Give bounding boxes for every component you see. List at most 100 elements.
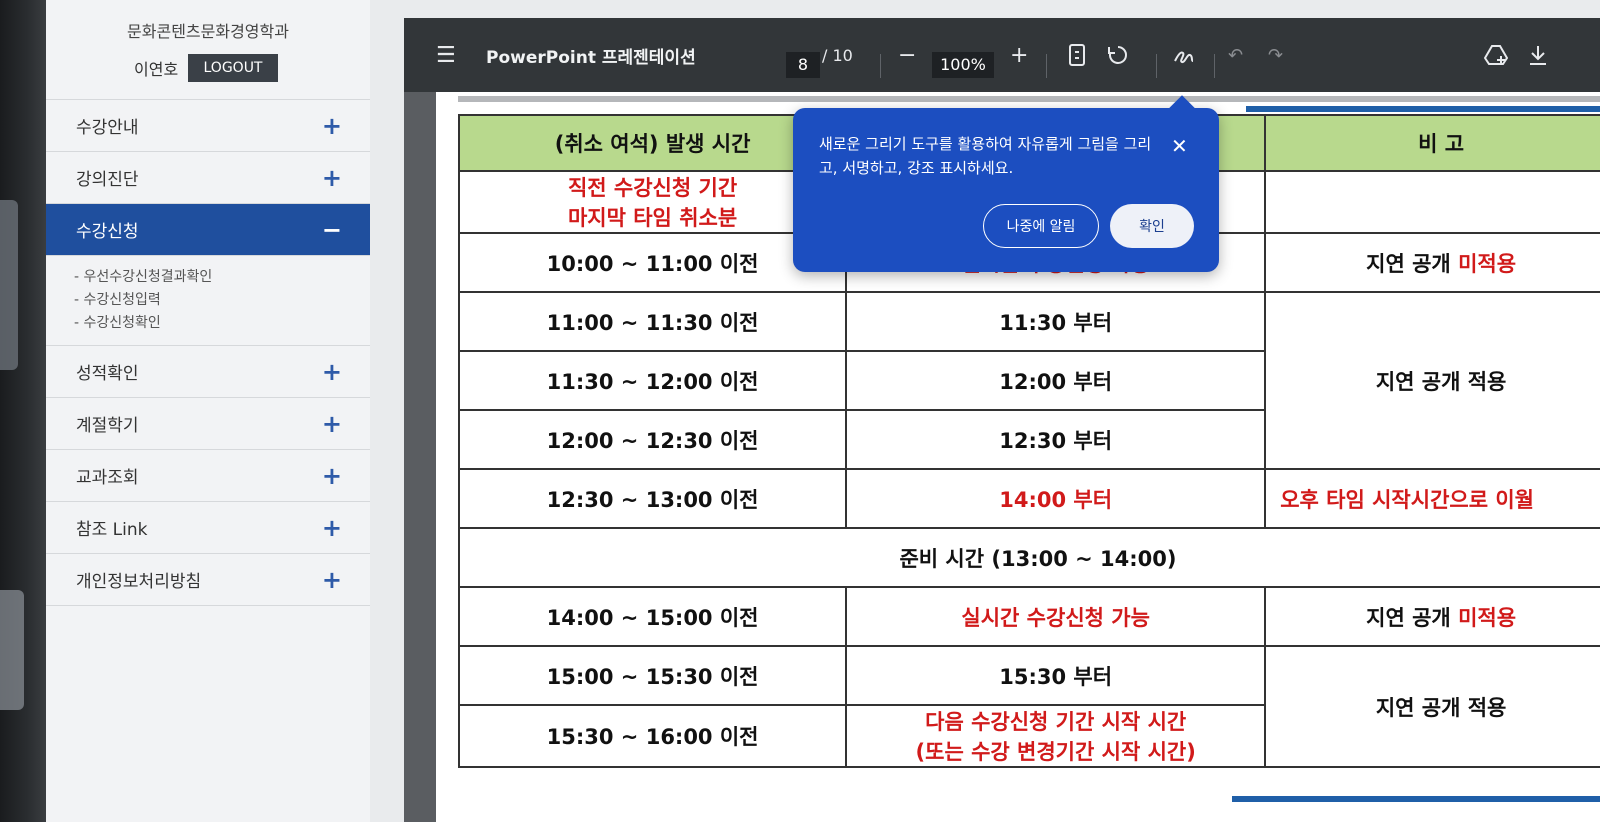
table-cell: [1264, 170, 1600, 234]
sidebar-header: 문화콘텐츠문화경영학과 이연호 LOGOUT: [46, 0, 370, 100]
confirm-button[interactable]: 확인: [1110, 204, 1194, 248]
undo-icon[interactable]: ↶: [1228, 18, 1243, 92]
table-cell: 오후 타임 시작시간으로 이월: [1264, 468, 1600, 529]
bezel-glare: [0, 200, 18, 370]
sidebar-item-reference-link[interactable]: 참조 Link +: [46, 502, 370, 554]
expand-icon[interactable]: +: [322, 568, 342, 592]
redo-icon[interactable]: ↷: [1268, 18, 1283, 92]
table-row: 12:30 ~ 13:00 이전 14:00 부터 오후 타임 시작시간으로 이…: [457, 468, 1600, 529]
note-highlight: 미적용: [1458, 251, 1517, 276]
table-cell: 15:30 부터: [845, 645, 1267, 706]
table-cell: 12:30 ~ 13:00 이전: [457, 468, 848, 529]
table-cell: 15:30 ~ 16:00 이전: [457, 704, 848, 768]
sidebar-item-label: 강의진단: [76, 170, 139, 190]
sidebar-item-label: 수강안내: [76, 118, 139, 138]
sidebar-item-label: 계절학기: [76, 416, 139, 436]
zoom-in-icon[interactable]: +: [1010, 18, 1028, 92]
toolbar-divider: [1214, 54, 1215, 78]
table-cell: 15:00 ~ 15:30 이전: [457, 645, 848, 706]
sidebar-item-privacy-policy[interactable]: 개인정보처리방침 +: [46, 554, 370, 606]
table-row: 11:00 ~ 11:30 이전 11:30 부터 지연 공개 적용: [457, 291, 1600, 470]
cell-line: 직전 수강신청 기간: [567, 176, 738, 200]
table-cell: 직전 수강신청 기간 마지막 타임 취소분: [457, 170, 848, 234]
cell-line: 마지막 타임 취소분: [567, 206, 738, 230]
table-cell: 11:00 ~ 11:30 이전: [457, 291, 848, 352]
collapse-icon[interactable]: −: [322, 218, 342, 242]
column-header: (취소 여석) 발생 시간: [457, 114, 848, 172]
table-cell: 14:00 ~ 15:00 이전: [457, 586, 848, 647]
draw-icon[interactable]: [1172, 18, 1196, 92]
close-icon[interactable]: ✕: [1171, 134, 1188, 158]
sidebar-item-seasonal[interactable]: 계절학기 +: [46, 398, 370, 450]
viewer-toolbar: ☰ PowerPoint 프레젠테이션 8 / 10 − 100% + ↶ ↷: [404, 18, 1600, 92]
toolbar-divider: [1156, 54, 1157, 78]
sidebar: 문화콘텐츠문화경영학과 이연호 LOGOUT 수강안내 + 강의진단 + 수강신…: [46, 0, 370, 822]
zoom-out-icon[interactable]: −: [898, 18, 916, 92]
download-icon[interactable]: [1528, 18, 1548, 92]
toolbar-divider: [1046, 54, 1047, 78]
sidebar-menu: 수강안내 + 강의진단 + 수강신청 − - 우선수강신청결과확인 - 수강신청…: [46, 100, 370, 606]
sidebar-item-label: 개인정보처리방침: [76, 572, 202, 592]
expand-icon[interactable]: +: [322, 464, 342, 488]
sidebar-item-course-lookup[interactable]: 교과조회 +: [46, 450, 370, 502]
table-cell: 12:30 부터: [845, 409, 1267, 470]
menu-icon[interactable]: ☰: [436, 18, 456, 92]
sidebar-item-label: 참조 Link: [76, 520, 148, 540]
table-cell: 14:00 부터: [845, 468, 1267, 529]
submenu-item-registration-check[interactable]: - 수강신청확인: [74, 312, 370, 335]
note-text: 지연 공개: [1366, 251, 1459, 276]
table-cell: 10:00 ~ 11:00 이전: [457, 232, 848, 293]
note-highlight: 미적용: [1458, 605, 1517, 630]
submenu-item-registration-input[interactable]: - 수강신청입력: [74, 289, 370, 312]
sidebar-item-label: 수강신청: [76, 222, 139, 242]
table-cell: 11:30 ~ 12:00 이전: [457, 350, 848, 411]
department-name: 문화콘텐츠문화경영학과: [127, 22, 289, 41]
slide-accent-strip: [1246, 106, 1600, 112]
note-text: 지연 공개: [1366, 605, 1459, 630]
table-cell: 지연 공개 미적용: [1264, 586, 1600, 647]
table-row: 14:00 ~ 15:00 이전 실시간 수강신청 가능 지연 공개 미적용: [457, 586, 1600, 647]
table-cell: 실시간 수강신청 가능: [845, 586, 1267, 647]
table-cell: 지연 공개 적용: [1264, 645, 1600, 768]
bezel-glare: [0, 590, 24, 710]
drawing-tool-popover: 새로운 그리기 도구를 활용하여 자유롭게 그림을 그리고, 서명하고, 강조 …: [793, 95, 1219, 272]
expand-icon[interactable]: +: [322, 114, 342, 138]
add-to-drive-icon[interactable]: [1484, 18, 1508, 92]
popover-message: 새로운 그리기 도구를 활용하여 자유롭게 그림을 그리고, 서명하고, 강조 …: [819, 135, 1152, 177]
logout-button[interactable]: LOGOUT: [188, 54, 278, 82]
cell-line: (또는 수강 변경기간 시작 시간): [915, 740, 1196, 764]
table-cell: 지연 공개 미적용: [1264, 232, 1600, 293]
table-cell: 12:00 부터: [845, 350, 1267, 411]
cell-line: 다음 수강신청 기간 시작 시간: [925, 710, 1187, 734]
prep-time-cell: 준비 시간 (13:00 ~ 14:00): [458, 527, 1600, 588]
sidebar-item-lecture-diagnosis[interactable]: 강의진단 +: [46, 152, 370, 204]
sidebar-item-grades[interactable]: 성적확인 +: [46, 346, 370, 398]
expand-icon[interactable]: +: [322, 166, 342, 190]
sidebar-item-label: 교과조회: [76, 468, 139, 488]
slide-top-strip: [458, 96, 1600, 102]
page-number-input[interactable]: 8: [786, 52, 820, 78]
expand-icon[interactable]: +: [322, 516, 342, 540]
submenu-item-priority-result[interactable]: - 우선수강신청결과확인: [74, 266, 370, 289]
screen-bezel: [0, 0, 46, 822]
expand-icon[interactable]: +: [322, 412, 342, 436]
expand-icon[interactable]: +: [322, 360, 342, 384]
table-cell: 11:30 부터: [845, 291, 1267, 352]
zoom-input[interactable]: 100%: [932, 52, 994, 78]
fit-page-icon[interactable]: [1068, 18, 1086, 92]
sidebar-item-course-guide[interactable]: 수강안내 +: [46, 100, 370, 152]
document-title: PowerPoint 프레젠테이션: [486, 47, 696, 68]
registration-submenu: - 우선수강신청결과확인 - 수강신청입력 - 수강신청확인: [46, 256, 370, 346]
user-name: 이연호: [134, 60, 179, 79]
sidebar-item-label: 성적확인: [76, 364, 139, 384]
remind-later-button[interactable]: 나중에 알림: [983, 204, 1099, 248]
table-cell: 다음 수강신청 기간 시작 시간 (또는 수강 변경기간 시작 시간): [845, 704, 1267, 768]
page-total: / 10: [822, 45, 853, 65]
table-cell: 지연 공개 적용: [1264, 291, 1600, 470]
table-row: 준비 시간 (13:00 ~ 14:00): [458, 527, 1600, 588]
sidebar-item-registration[interactable]: 수강신청 −: [46, 204, 370, 256]
table-row: 15:00 ~ 15:30 이전 15:30 부터 지연 공개 적용: [457, 645, 1600, 768]
toolbar-divider: [880, 54, 881, 78]
rotate-icon[interactable]: [1106, 18, 1130, 92]
table-cell: 12:00 ~ 12:30 이전: [457, 409, 848, 470]
